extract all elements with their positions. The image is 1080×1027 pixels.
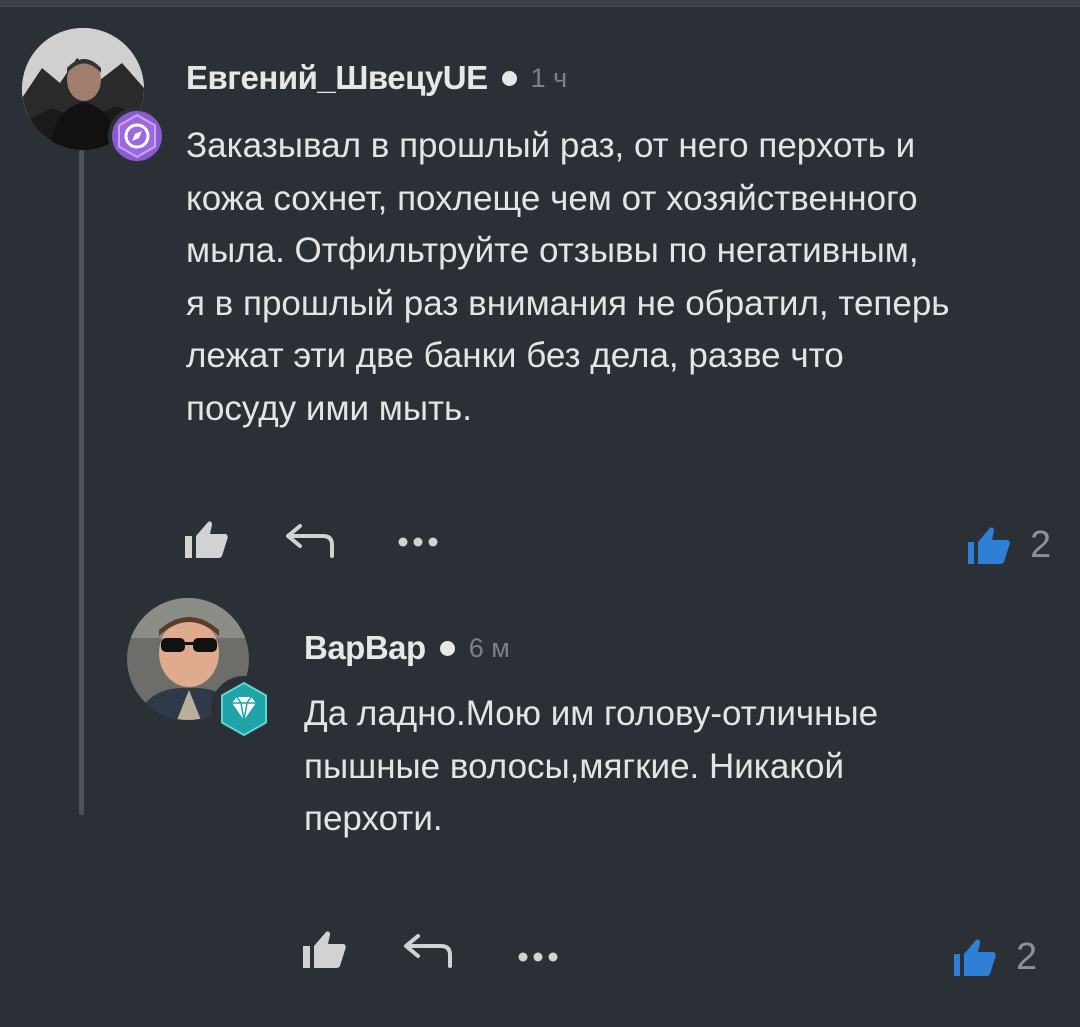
- comment-text: Заказывал в прошлый раз, от него перхоть…: [186, 120, 1066, 435]
- reply-icon: [286, 524, 334, 558]
- reply-button[interactable]: [282, 515, 338, 565]
- like-button[interactable]: [180, 515, 232, 565]
- user-badge: [211, 676, 277, 742]
- comment-line: Заказывал в прошлый раз, от него перхоть…: [186, 126, 916, 165]
- comment-text: Да ладно.Мою им голову-отличные пышные в…: [304, 688, 1064, 846]
- upvote-thumb-icon: [954, 939, 996, 976]
- thread-line: [79, 150, 84, 815]
- comment-line: мыла. Отфильтруйте отзывы по негативным,: [186, 231, 919, 270]
- vote-count: 2: [1030, 523, 1052, 566]
- thumbs-up-icon: [303, 931, 346, 968]
- comment-line: кожа сохнет, похлеще чем от хозяйственно…: [186, 178, 918, 218]
- timestamp: 6 м: [468, 632, 510, 663]
- comment-header: ВарВар 6 м: [304, 628, 510, 668]
- comment-header: Евгений_ШвецуUE 1 ч: [186, 58, 567, 98]
- username[interactable]: ВарВар: [304, 629, 426, 667]
- separator-dot: [501, 70, 517, 86]
- more-dots-icon: [518, 952, 558, 962]
- reply-icon: [404, 934, 452, 968]
- comment-line: Да ладно.Мою им голову-отличные: [304, 694, 879, 733]
- compass-icon: [118, 113, 156, 159]
- vote-count: 2: [1016, 935, 1038, 978]
- timestamp: 1 ч: [530, 62, 568, 93]
- comment-line: лежат эти две банки без дела, разве что: [186, 336, 844, 375]
- badge-hex: [112, 111, 162, 161]
- comment-line: я в прошлый раз внимания не обратил, теп…: [186, 283, 950, 323]
- upvote-thumb-icon: [968, 527, 1010, 564]
- diamond-icon: [221, 681, 267, 737]
- vote-counter[interactable]: 2: [952, 932, 1037, 982]
- comment-line: пышные волосы,мягкие. Никакой: [304, 746, 845, 786]
- thumbs-up-icon: [185, 521, 228, 558]
- more-button[interactable]: [512, 940, 564, 974]
- like-button[interactable]: [298, 925, 350, 975]
- more-dots-icon: [398, 537, 438, 547]
- top-divider: [0, 0, 1080, 7]
- user-badge: [108, 107, 166, 165]
- reply-button[interactable]: [400, 925, 456, 975]
- comment-line: посуду ими мыть.: [186, 388, 472, 428]
- more-button[interactable]: [392, 525, 444, 559]
- vote-counter[interactable]: 2: [966, 520, 1051, 570]
- separator-dot: [439, 640, 455, 656]
- comment-line: перхоти.: [304, 799, 443, 838]
- username[interactable]: Евгений_ШвецуUE: [186, 59, 488, 97]
